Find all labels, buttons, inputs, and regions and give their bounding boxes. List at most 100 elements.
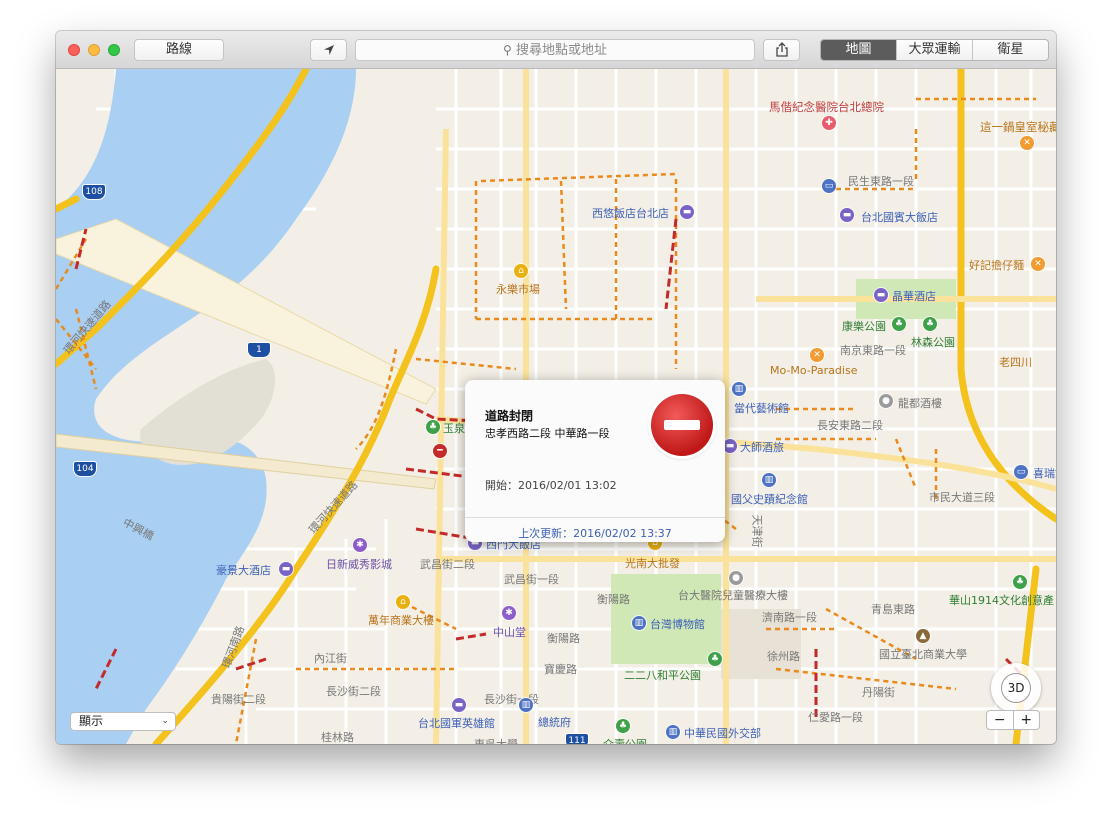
current-location-button[interactable] <box>310 39 347 61</box>
poi-sheraton[interactable]: 西悠飯店台北店 <box>592 205 669 221</box>
chevron-down-icon: ⌄ <box>161 716 169 726</box>
road-civic: 市民大道三段 <box>929 491 995 504</box>
road-tianjin: 天津街 <box>750 514 764 548</box>
restaurant-pin-icon[interactable]: ✕ <box>1020 136 1034 150</box>
cinema-pin-icon[interactable]: ✱ <box>353 538 367 552</box>
highway-shield-108: 108 <box>82 184 106 200</box>
search-icon: ⚲ <box>503 43 512 57</box>
hotel-pin-icon[interactable]: ▬ <box>680 205 694 219</box>
tab-satellite[interactable]: 衛星 <box>972 40 1048 60</box>
road-hengyang: 衡陽路 <box>597 593 630 606</box>
restaurant-pin-icon[interactable]: ● <box>879 394 893 408</box>
restaurant-pin-icon[interactable]: ✕ <box>810 348 824 362</box>
poi-guangnan[interactable]: 光南大批發 <box>625 555 680 571</box>
poi-haojing[interactable]: 豪景大酒店 <box>216 562 271 578</box>
tab-transit[interactable]: 大眾運輸 <box>896 40 972 60</box>
road-closure-popup[interactable]: 道路封閉 忠孝西路二段 中華路一段 開始：2016/02/01 13:02 上次… <box>465 380 725 542</box>
zoom-control: − + <box>986 710 1040 730</box>
poi-kangle[interactable]: 康樂公園 <box>842 318 886 334</box>
park-pin-icon[interactable]: ♣ <box>1013 575 1027 589</box>
poi-haoji[interactable]: 好記擔仔麵 <box>969 257 1024 273</box>
poi-jinghua[interactable]: 晶華酒店 <box>892 288 936 304</box>
poi-moca[interactable]: 當代藝術館 <box>734 400 789 416</box>
hotel-pin-icon[interactable]: ▬ <box>723 439 737 453</box>
poi-cinema[interactable]: 日新威秀影城 <box>326 556 392 572</box>
museum-pin-icon[interactable]: ▥ <box>762 473 776 487</box>
highway-shield-104: 104 <box>73 461 97 477</box>
park-pin-icon[interactable]: ♣ <box>616 719 630 733</box>
road-wuchang2: 武昌街二段 <box>420 558 475 571</box>
3d-button[interactable]: 3D <box>991 663 1041 713</box>
poi-ntuh[interactable]: 台大醫院兒童醫療大樓 <box>678 587 788 603</box>
map-canvas[interactable]: 108 1 104 111 ✚ 馬偕紀念醫院台北總院 ✕ 這一鍋皇室秘藏 ▭ 民… <box>56 69 1056 744</box>
poi-tea[interactable]: 喜瑞飯 <box>1033 465 1056 481</box>
road-changsha2: 長沙街二段 <box>326 685 381 698</box>
shopping-pin-icon[interactable]: ⌂ <box>396 595 410 609</box>
poi-peace-park[interactable]: 二二八和平公園 <box>624 667 701 683</box>
location-arrow-icon <box>323 45 334 55</box>
share-button[interactable] <box>763 39 800 61</box>
poi-ambassador[interactable]: 台北國賓大飯店 <box>861 209 938 225</box>
hotel-pin-icon[interactable]: ▬ <box>452 698 466 712</box>
road-minsheng: 民生東路一段 <box>848 175 914 188</box>
show-dropdown[interactable]: 顯示 ⌄ <box>70 712 176 731</box>
poi-presidential[interactable]: 總統府 <box>538 714 571 730</box>
poi-museum[interactable]: 台灣博物館 <box>650 616 705 632</box>
search-input[interactable]: ⚲ 搜尋地點或地址 <box>355 39 755 61</box>
road-ren-ai: 仁愛路一段 <box>808 711 863 724</box>
market-pin-icon[interactable]: ⌂ <box>514 264 528 278</box>
museum-pin-icon[interactable]: ▥ <box>632 616 646 630</box>
poi-linsen[interactable]: 林森公園 <box>911 334 955 350</box>
road-neijiang: 內江街 <box>314 652 347 665</box>
poi-zhongshan-hall[interactable]: 中山堂 <box>493 624 526 640</box>
university-pin-icon[interactable]: ▲ <box>916 629 930 643</box>
poi-hotpot[interactable]: 這一鍋皇室秘藏 <box>980 119 1056 135</box>
tab-map[interactable]: 地圖 <box>821 40 896 60</box>
popup-last-updated: 上次更新：2016/02/02 13:37 <box>518 527 672 540</box>
zoom-in-button[interactable]: + <box>1014 711 1040 729</box>
directions-button[interactable]: 路線 <box>134 39 224 61</box>
poi-laosichuan[interactable]: 老四川 <box>999 354 1032 370</box>
poi-wannian[interactable]: 萬年商業大樓 <box>368 612 434 628</box>
park-pin-icon[interactable]: ♣ <box>923 317 937 331</box>
popup-divider <box>465 517 725 518</box>
museum-pin-icon[interactable]: ▥ <box>732 382 746 396</box>
hotel-pin-icon[interactable]: ▬ <box>279 562 293 576</box>
zoom-window-button[interactable] <box>108 44 120 56</box>
restaurant-pin-icon[interactable]: ✕ <box>1031 257 1045 271</box>
road-baoqing: 寶慶路 <box>544 663 577 676</box>
minimize-button[interactable] <box>88 44 100 56</box>
hotel-pin-icon[interactable]: ▬ <box>840 208 854 222</box>
hospital-pin-icon[interactable]: ● <box>729 571 743 585</box>
poi-sunyatsen[interactable]: 國父史蹟紀念館 <box>731 491 808 507</box>
poi-mackay[interactable]: 馬偕紀念醫院台北總院 <box>769 99 884 115</box>
poi-jieshou[interactable]: 介壽公園 <box>603 736 647 744</box>
poi-huashan[interactable]: 華山1914文化創意產 <box>949 592 1054 608</box>
government-pin-icon[interactable]: ▥ <box>519 698 533 712</box>
park-pin-icon[interactable]: ♣ <box>708 652 722 666</box>
poi-longdu[interactable]: 龍都酒樓 <box>898 395 942 411</box>
poi-momo[interactable]: Mo-Mo-Paradise <box>770 364 857 377</box>
poi-caesar[interactable]: 大師酒旅 <box>740 439 784 455</box>
road-xuzhou: 徐州路 <box>767 650 800 663</box>
poi-yuquan[interactable]: 玉泉 <box>443 420 465 436</box>
poi-bus-station[interactable]: 台北國軍英雄館 <box>418 715 495 731</box>
no-entry-icon <box>651 394 713 456</box>
hotel-pin-icon[interactable]: ▬ <box>874 288 888 302</box>
close-button[interactable] <box>68 44 80 56</box>
hall-pin-icon[interactable]: ✱ <box>502 606 516 620</box>
poi-ntub[interactable]: 國立臺北商業大學 <box>879 646 967 662</box>
bus-pin-icon[interactable]: ▭ <box>822 179 836 193</box>
zoom-out-button[interactable]: − <box>987 711 1014 729</box>
road-closure-marker-icon[interactable]: ━ <box>433 444 447 458</box>
hospital-pin-icon[interactable]: ✚ <box>822 116 836 130</box>
park-pin-icon[interactable]: ♣ <box>892 317 906 331</box>
bus-pin-icon[interactable]: ▭ <box>1014 465 1028 479</box>
share-icon <box>775 42 788 57</box>
poi-yongle[interactable]: 永樂市場 <box>496 281 540 297</box>
poi-soochow[interactable]: 東吳大學 <box>474 736 518 744</box>
park-pin-icon[interactable]: ♣ <box>426 420 440 434</box>
government-pin-icon[interactable]: ▥ <box>666 725 680 739</box>
search-placeholder: 搜尋地點或地址 <box>515 43 607 58</box>
poi-mofa[interactable]: 中華民國外交部 <box>684 725 761 741</box>
